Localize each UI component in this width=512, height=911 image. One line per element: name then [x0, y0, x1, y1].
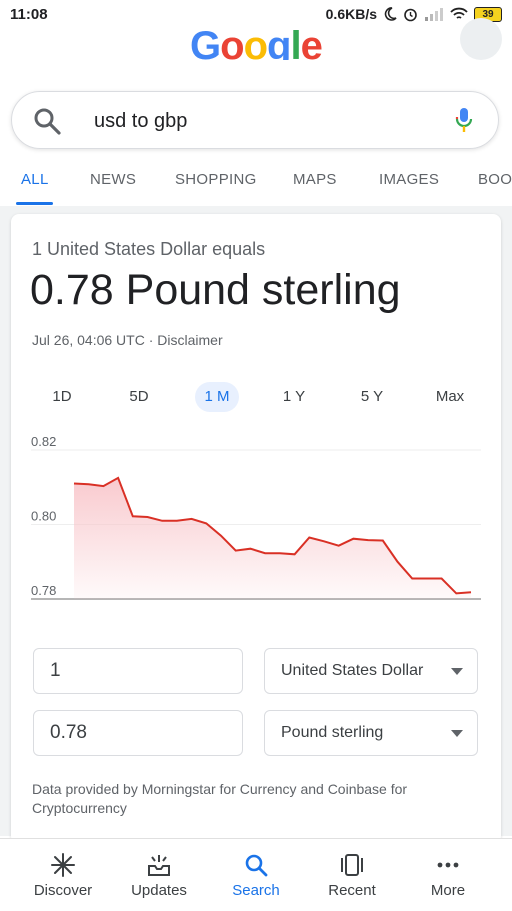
search-icon [244, 853, 268, 877]
nav-recent[interactable]: Recent [307, 839, 397, 911]
range-max[interactable]: Max [430, 382, 470, 412]
from-currency-select[interactable]: United States Dollar [264, 648, 478, 694]
tabs-icon [340, 853, 364, 877]
search-input[interactable] [94, 110, 434, 133]
tab-maps[interactable]: MAPS [293, 171, 337, 188]
dropdown-arrow-icon [451, 730, 463, 737]
from-amount-input[interactable]: 1 [33, 648, 243, 694]
to-amount-input[interactable]: 0.78 [33, 710, 243, 756]
nav-label: Updates [114, 882, 204, 899]
range-1y[interactable]: 1 Y [274, 382, 314, 412]
nav-more[interactable]: More [403, 839, 493, 911]
search-tabs: ALL NEWS SHOPPING MAPS IMAGES BOO [0, 160, 512, 207]
network-speed: 0.6KB/s [326, 6, 377, 22]
nav-label: More [403, 882, 493, 899]
search-icon [32, 106, 62, 136]
asterisk-icon [51, 853, 75, 877]
wifi-icon [450, 7, 468, 21]
timestamp-disclaimer[interactable]: Jul 26, 04:06 UTC · Disclaimer [32, 332, 223, 348]
nav-updates[interactable]: Updates [114, 839, 204, 911]
conversion-label: 1 United States Dollar equals [32, 239, 265, 260]
conversion-result: 0.78 Pound sterling [30, 266, 401, 315]
dropdown-arrow-icon [451, 668, 463, 675]
tab-all[interactable]: ALL [21, 171, 49, 188]
tab-news[interactable]: NEWS [90, 171, 136, 188]
range-1d[interactable]: 1D [42, 382, 82, 412]
data-source-note: Data provided by Morningstar for Currenc… [32, 780, 472, 818]
from-currency-value: United States Dollar [281, 662, 423, 679]
to-currency-value: Pound sterling [281, 724, 383, 741]
range-5d[interactable]: 5D [119, 382, 159, 412]
nav-label: Discover [18, 882, 108, 899]
dots-icon [436, 853, 460, 877]
signal-icon [424, 7, 444, 21]
google-logo: Google [190, 24, 322, 60]
tab-books[interactable]: BOO [478, 171, 512, 188]
nav-label: Search [211, 882, 301, 899]
alarm-icon [403, 7, 418, 22]
y-tick-label: 0.82 [31, 434, 56, 449]
status-time: 11:08 [10, 6, 48, 23]
nav-search[interactable]: Search [211, 839, 301, 911]
tab-images[interactable]: IMAGES [379, 171, 439, 188]
exchange-rate-chart: 0.82 0.80 0.78 [11, 434, 501, 614]
active-tab-indicator [16, 202, 53, 205]
search-box[interactable] [11, 91, 499, 149]
range-5y[interactable]: 5 Y [352, 382, 392, 412]
chart-area-fill [74, 478, 471, 599]
to-currency-select[interactable]: Pound sterling [264, 710, 478, 756]
nav-label: Recent [307, 882, 397, 899]
microphone-icon[interactable] [454, 106, 474, 136]
tab-shopping[interactable]: SHOPPING [175, 171, 257, 188]
currency-converter-card: 1 United States Dollar equals 0.78 Pound… [11, 214, 501, 844]
account-avatar[interactable] [460, 18, 502, 60]
range-1m[interactable]: 1 M [195, 382, 239, 412]
nav-discover[interactable]: Discover [18, 839, 108, 911]
inbox-icon [147, 853, 171, 877]
moon-icon [383, 7, 397, 21]
y-tick-label: 0.78 [31, 583, 56, 598]
y-tick-label: 0.80 [31, 509, 56, 524]
bottom-navigation: Discover Updates Search Recent More [0, 838, 512, 911]
